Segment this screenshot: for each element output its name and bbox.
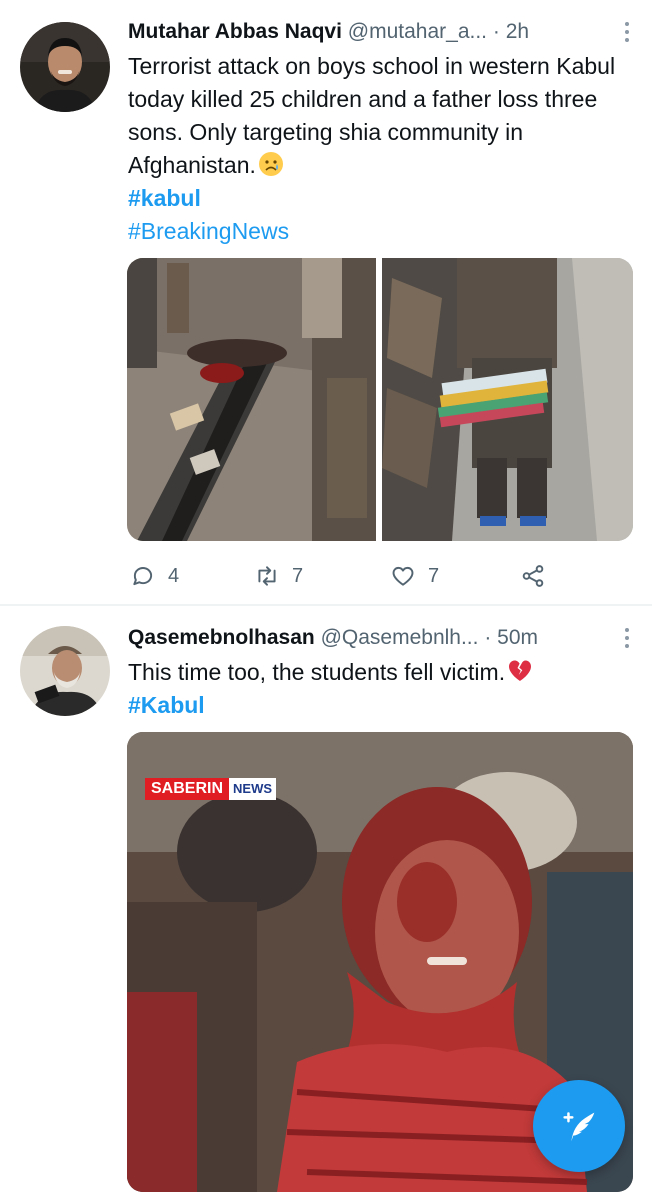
reply-icon	[133, 567, 153, 586]
separator-dot: ·	[492, 20, 500, 43]
tweet-photo-1[interactable]	[127, 258, 376, 541]
avatar[interactable]	[20, 626, 110, 716]
more-dots-icon[interactable]	[618, 624, 636, 652]
heart-icon	[392, 566, 414, 586]
tweet-body-text: This time too, the students fell victim.	[128, 659, 506, 685]
author-name[interactable]: Qasemebnolhasan	[128, 626, 315, 649]
tweet-actions: 4 7 7	[128, 560, 628, 592]
retweet-button[interactable]: 7	[254, 560, 303, 592]
watermark-news: NEWS	[229, 778, 277, 800]
tweet-photo-2[interactable]	[382, 258, 633, 541]
compose-tweet-icon	[563, 1112, 595, 1142]
author-handle[interactable]: @mutahar_a...	[348, 20, 487, 43]
retweet-count: 7	[292, 564, 304, 587]
hashtag-breakingnews[interactable]: #BreakingNews	[128, 215, 624, 248]
share-button[interactable]	[520, 560, 558, 592]
separator-dot: ·	[484, 626, 492, 649]
photo-street-attack-scene	[127, 258, 376, 541]
like-button[interactable]: 7	[390, 560, 439, 592]
saberin-news-watermark: SABERIN NEWS	[145, 778, 277, 800]
tweet-text: This time too, the students fell victim.…	[128, 656, 624, 722]
avatar[interactable]	[20, 22, 110, 112]
tweet-header: Mutahar Abbas Naqvi @mutahar_a... · 2h	[128, 18, 638, 46]
broken-heart-emoji	[509, 660, 532, 681]
avatar-photo	[20, 22, 110, 112]
tweet-body-text: Terrorist attack on boys school in weste…	[128, 53, 616, 178]
reply-count: 4	[168, 564, 180, 587]
compose-tweet-button[interactable]	[533, 1080, 625, 1172]
watermark-brand: SABERIN	[145, 778, 230, 800]
retweet-icon	[258, 566, 276, 586]
tweet-text: Terrorist attack on boys school in weste…	[128, 50, 624, 248]
tweet-header: Qasemebnolhasan @Qasemebnlh... · 50m	[128, 624, 638, 652]
author-handle[interactable]: @Qasemebnlh...	[321, 626, 479, 649]
avatar-photo	[20, 626, 110, 716]
like-count: 7	[428, 564, 440, 587]
photo-child-holding-books	[382, 258, 633, 541]
author-name[interactable]: Mutahar Abbas Naqvi	[128, 20, 342, 43]
sad-face-emoji	[258, 152, 283, 176]
tweet-timestamp[interactable]: 2h	[506, 20, 529, 43]
tweet-card[interactable]: Mutahar Abbas Naqvi @mutahar_a... · 2h T…	[0, 0, 652, 605]
share-icon	[522, 565, 544, 587]
hashtag-kabul[interactable]: #Kabul	[128, 689, 624, 722]
tweet-timestamp[interactable]: 50m	[497, 626, 538, 649]
reply-button[interactable]: 4	[130, 560, 179, 592]
more-dots-icon[interactable]	[618, 18, 636, 46]
hashtag-kabul[interactable]: #kabul	[128, 182, 624, 215]
